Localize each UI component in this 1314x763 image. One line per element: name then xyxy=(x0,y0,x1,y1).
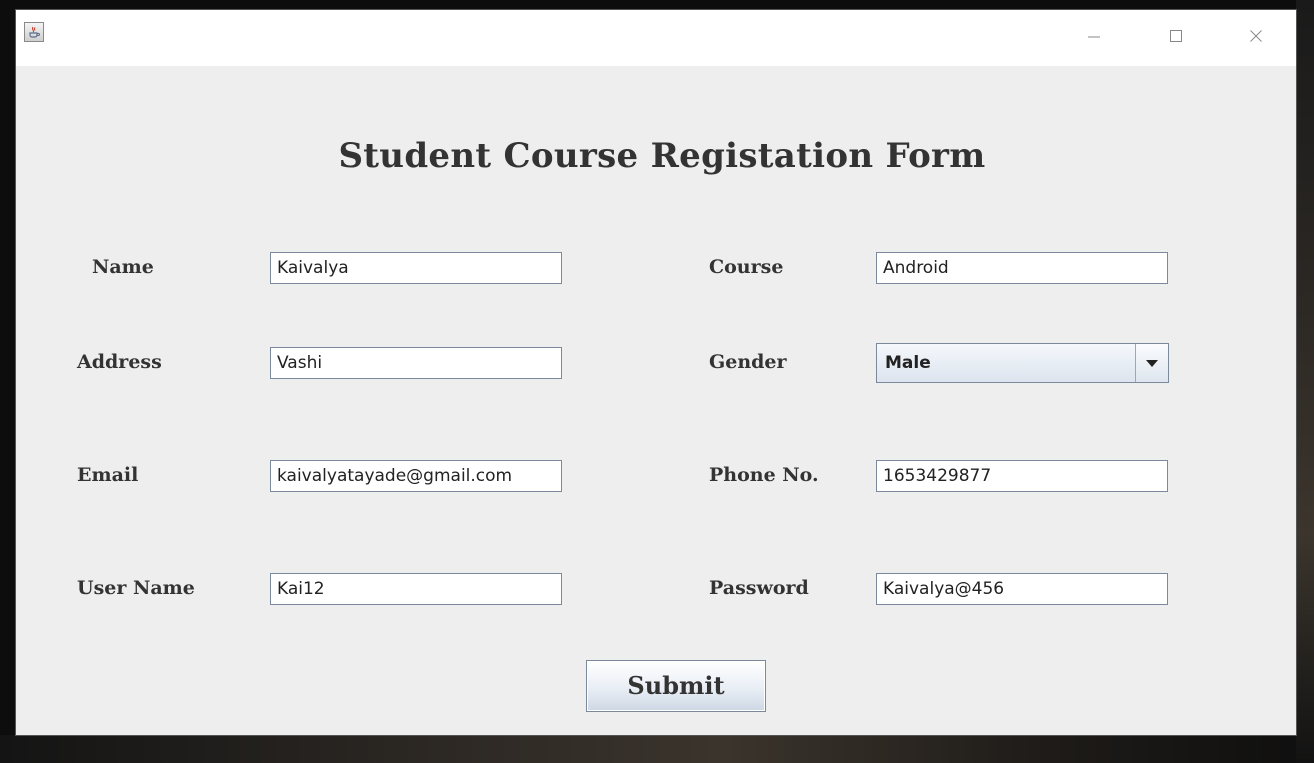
course-field[interactable]: Android xyxy=(876,252,1168,284)
username-label: User Name xyxy=(77,577,195,599)
gender-label: Gender xyxy=(709,351,787,373)
title-bar[interactable] xyxy=(16,10,1296,66)
form-title: Student Course Registation Form xyxy=(338,136,986,176)
desktop-background-right xyxy=(1296,0,1314,763)
address-label: Address xyxy=(77,351,162,373)
name-field[interactable]: Kaivalya xyxy=(270,252,562,284)
maximize-icon xyxy=(1170,30,1182,42)
password-label: Password xyxy=(709,577,809,599)
name-label: Name xyxy=(92,256,154,278)
course-label: Course xyxy=(709,256,784,278)
submit-button[interactable]: Submit xyxy=(586,660,766,712)
address-field[interactable]: Vashi xyxy=(270,347,562,379)
gender-select[interactable]: Male xyxy=(876,343,1169,383)
phone-label: Phone No. xyxy=(709,464,819,486)
registration-window: Student Course Registation Form Name Kai… xyxy=(16,10,1296,735)
maximize-button[interactable] xyxy=(1162,24,1190,48)
phone-field[interactable]: 1653429877 xyxy=(876,460,1168,492)
minimize-button[interactable] xyxy=(1080,24,1108,48)
minimize-icon xyxy=(1088,36,1100,38)
password-field[interactable]: Kaivalya@456 xyxy=(876,573,1168,605)
dropdown-arrow-button[interactable] xyxy=(1135,344,1168,382)
gender-selected-value: Male xyxy=(885,353,931,373)
close-button[interactable] xyxy=(1242,24,1270,48)
close-icon xyxy=(1250,30,1262,42)
desktop-background xyxy=(0,735,1314,763)
email-label: Email xyxy=(77,464,139,486)
chevron-down-icon xyxy=(1146,360,1158,367)
username-field[interactable]: Kai12 xyxy=(270,573,562,605)
java-cup-icon[interactable] xyxy=(24,22,44,42)
email-field[interactable]: kaivalyatayade@gmail.com xyxy=(270,460,562,492)
